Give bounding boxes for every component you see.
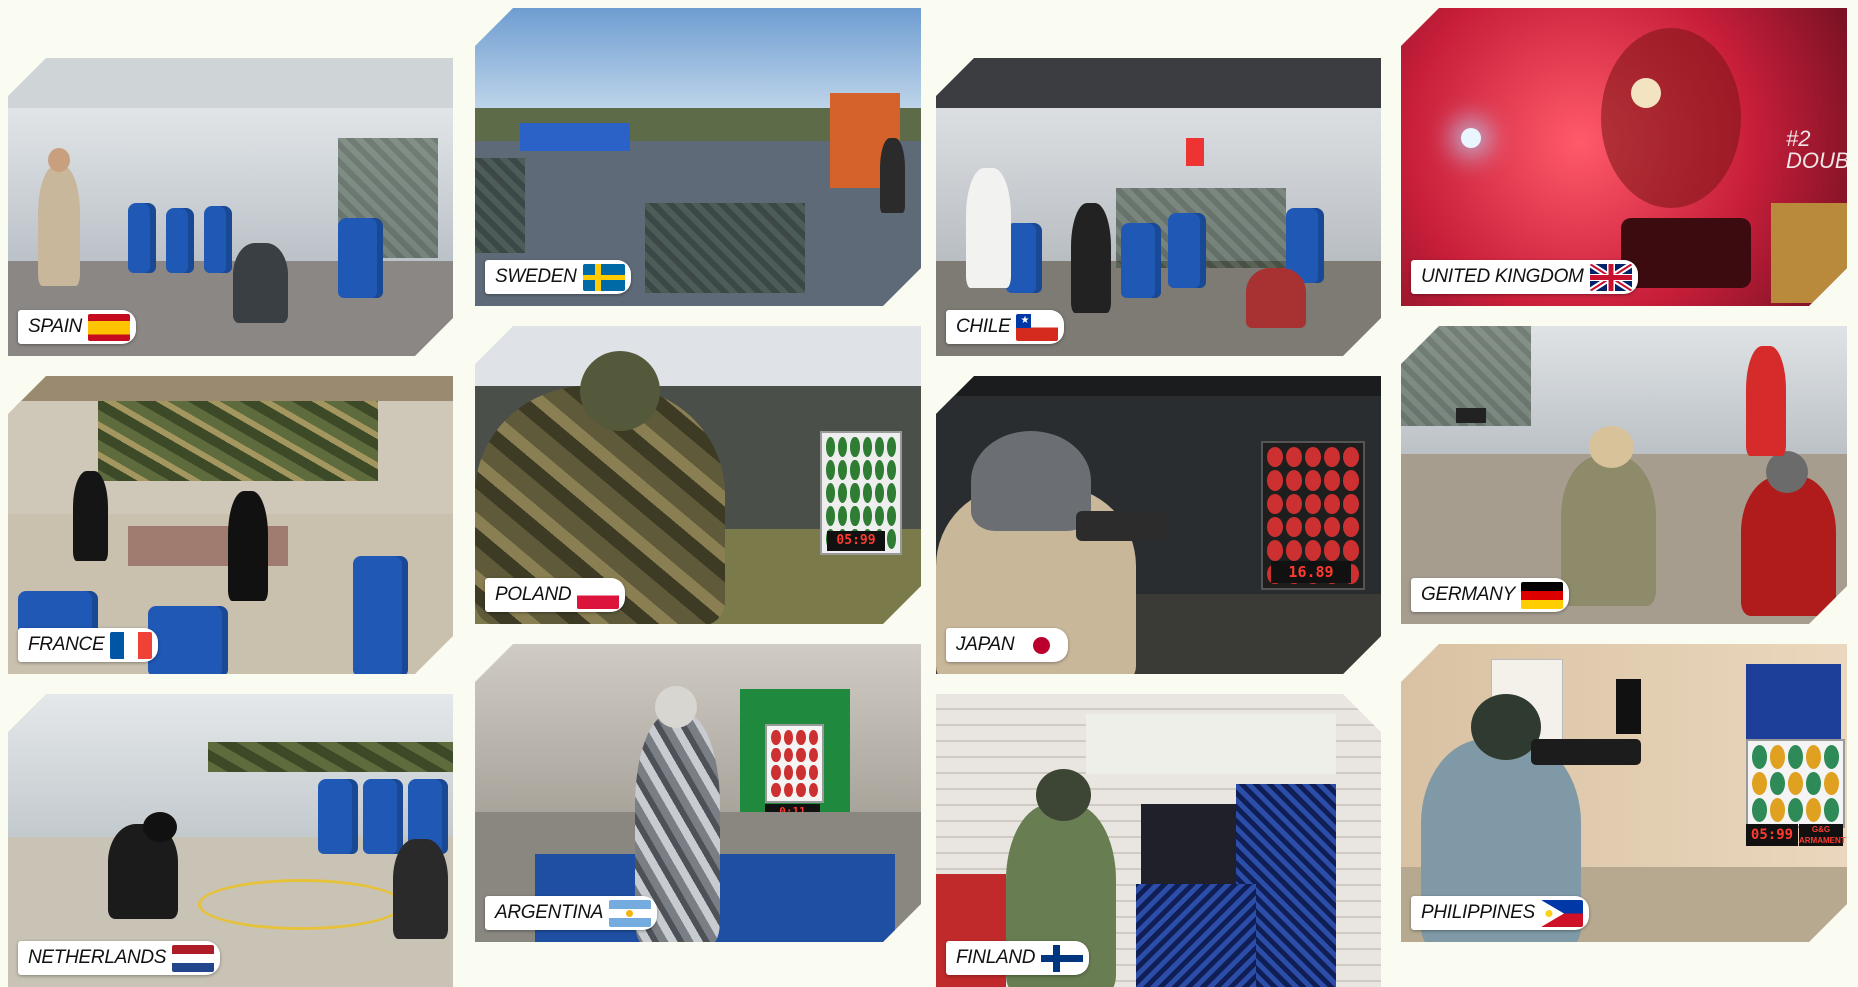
country-name: POLAND (495, 584, 572, 605)
target-timer: 16.89 (1271, 561, 1351, 583)
country-label: FRANCE (18, 628, 158, 662)
philippines-flag-icon (1541, 900, 1583, 927)
country-label: FINLAND (946, 941, 1089, 975)
photo-tile-poland: 05:99 POLAND (475, 326, 921, 624)
target-timer (1456, 408, 1486, 423)
poland-flag-icon (577, 582, 619, 609)
netherlands-flag-icon (172, 944, 215, 972)
country-label: JAPAN (946, 628, 1068, 662)
france-flag-icon (110, 632, 152, 659)
country-label: GERMANY (1411, 578, 1569, 612)
country-label: ARGENTINA (485, 896, 657, 930)
country-label: UNITED KINGDOM (1411, 260, 1638, 294)
spain-flag-icon (88, 314, 130, 341)
photo-tile-germany: GERMANY (1401, 326, 1847, 624)
country-name: SWEDEN (495, 266, 577, 287)
photo-tile-japan: 16.89 JAPAN (936, 376, 1381, 674)
country-name: ARGENTINA (495, 902, 604, 923)
photo-tile-finland: FINLAND (936, 694, 1381, 987)
country-name: FINLAND (956, 947, 1036, 968)
country-name: CHILE (956, 316, 1011, 337)
uk-flag-icon (1590, 264, 1632, 291)
country-name: PHILIPPINES (1421, 902, 1535, 923)
photo-tile-united-kingdom: #2 DOUBLE UNITED KINGDOM (1401, 8, 1847, 306)
photo-tile-sweden: SWEDEN (475, 8, 921, 306)
country-name: NETHERLANDS (28, 947, 167, 968)
photo-tile-argentina: 0:11 ARGENTINA (475, 644, 921, 942)
country-name: SPAIN (28, 316, 83, 337)
target-timer: 05:99 (827, 531, 885, 551)
finland-flag-icon (1041, 945, 1083, 972)
country-label: CHILE ★ (946, 310, 1064, 344)
country-name: GERMANY (1421, 584, 1515, 605)
argentina-flag-icon (609, 900, 651, 927)
target-timer: 05:99 (1746, 824, 1798, 846)
country-label: NETHERLANDS (18, 941, 221, 975)
japan-flag-icon (1020, 632, 1062, 659)
photo-tile-philippines: 05:99 G&G ARMAMENT PHILIPPINES (1401, 644, 1847, 942)
photo-tile-netherlands: NETHERLANDS (8, 694, 453, 987)
country-name: UNITED KINGDOM (1421, 266, 1584, 287)
country-label: SPAIN (18, 310, 136, 344)
chile-flag-icon: ★ (1016, 314, 1058, 341)
photo-tile-spain: SPAIN (8, 58, 453, 356)
country-label: POLAND (485, 578, 625, 612)
photo-tile-france: FRANCE (8, 376, 453, 674)
wall-sign: #2 DOUBLE (1786, 126, 1835, 173)
country-label: SWEDEN (485, 260, 631, 294)
brand-sign: G&G ARMAMENT (1799, 825, 1846, 845)
photo-tile-chile: CHILE ★ (936, 58, 1381, 356)
germany-flag-icon (1521, 582, 1563, 609)
country-name: JAPAN (956, 634, 1015, 655)
country-label: PHILIPPINES (1411, 896, 1589, 930)
country-name: FRANCE (28, 634, 105, 655)
sweden-flag-icon (583, 264, 625, 291)
